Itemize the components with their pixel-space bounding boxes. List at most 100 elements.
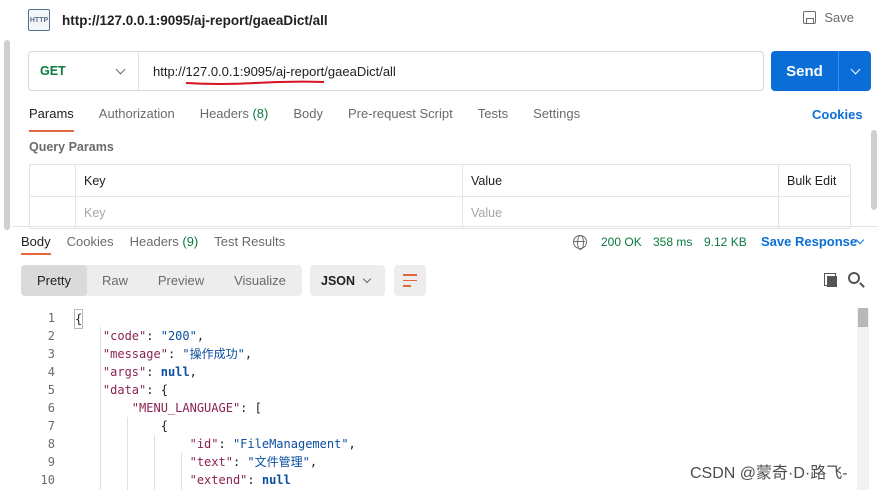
code-text: "id": "FileManagement",: [189, 437, 356, 451]
line-number: 4: [47, 365, 55, 379]
tab-label: Body: [21, 234, 51, 249]
code-text: "text": "文件管理",: [189, 455, 318, 469]
status-code[interactable]: 200 OK: [601, 235, 642, 249]
raw-button[interactable]: Raw: [87, 265, 143, 296]
line-number: 3: [47, 347, 55, 361]
code-line: 2 "code": "200",: [21, 327, 851, 345]
save-response-button[interactable]: Save Response: [761, 234, 857, 249]
tab-count: (9): [182, 234, 199, 249]
tab-response-body[interactable]: Body: [21, 234, 51, 255]
send-button[interactable]: Send: [771, 51, 871, 91]
request-scrollbar[interactable]: [871, 130, 877, 210]
line-number: 9: [47, 455, 55, 469]
preview-button[interactable]: Preview: [143, 265, 219, 296]
line-number: 8: [47, 437, 55, 451]
code-line: 4 "args": null,: [21, 363, 851, 381]
code-line: 1{: [21, 309, 851, 329]
response-size[interactable]: 9.12 KB: [704, 235, 747, 249]
response-time[interactable]: 358 ms: [653, 235, 692, 249]
code-line: 7 {: [21, 417, 851, 435]
pretty-button[interactable]: Pretty: [21, 265, 87, 296]
tab-headers[interactable]: Headers (8): [200, 106, 269, 130]
value-input[interactable]: Value: [462, 197, 778, 229]
query-params-table: Key Value Bulk Edit Key Value: [29, 164, 851, 229]
tab-label: Tests: [477, 106, 509, 121]
code-text: "MENU_LANGUAGE": [: [131, 401, 262, 415]
code-scrollbar-thumb[interactable]: [858, 308, 868, 327]
key-column-header: Key: [75, 165, 462, 197]
wrap-lines-button[interactable]: [394, 265, 426, 296]
left-scrollbar[interactable]: [4, 40, 10, 230]
wrap-icon-line: [403, 285, 411, 287]
pane-divider[interactable]: [12, 226, 878, 227]
language-select[interactable]: JSON: [310, 265, 385, 296]
tab-label: Params: [29, 106, 74, 121]
code-line: 3 "message": "操作成功",: [21, 345, 851, 363]
request-title[interactable]: http://127.0.0.1:9095/aj-report/gaeaDict…: [62, 13, 328, 28]
wrap-icon-line: [403, 274, 417, 276]
search-icon[interactable]: [848, 272, 860, 284]
watermark: CSDN @蒙奇·D·路飞-: [690, 465, 848, 482]
response-tabs: Body Cookies Headers (9) Test Results: [21, 234, 301, 255]
key-input[interactable]: Key: [75, 197, 462, 229]
bulk-edit-button[interactable]: Bulk Edit: [778, 165, 850, 197]
code-text: "code": "200",: [102, 329, 205, 343]
chevron-down-icon: [850, 64, 860, 74]
method-label: GET: [40, 64, 66, 78]
code-text: "args": null,: [102, 365, 197, 379]
code-scrollbar-track[interactable]: [857, 308, 869, 490]
code-text: "data": {: [102, 383, 168, 397]
tab-label: Settings: [533, 106, 581, 121]
tab-label: Cookies: [66, 234, 114, 249]
save-button[interactable]: Save: [803, 10, 854, 25]
globe-icon[interactable]: [573, 235, 587, 250]
url-bar: GET http://127.0.0.1:9095/aj-report/gaea…: [28, 51, 764, 91]
language-label: JSON: [321, 273, 356, 288]
line-number: 1: [47, 311, 55, 325]
http-icon-text: HTTP: [29, 16, 49, 24]
tab-pre-request-script[interactable]: Pre-request Script: [348, 106, 453, 130]
chevron-down-icon: [115, 64, 126, 75]
tab-count: (8): [252, 106, 269, 121]
request-header: HTTP http://127.0.0.1:9095/aj-report/gae…: [28, 6, 858, 34]
tab-body[interactable]: Body: [293, 106, 323, 130]
request-tabs: Params Authorization Headers (8) Body Pr…: [29, 106, 605, 132]
wrap-icon-line: [403, 279, 417, 282]
line-number: 7: [47, 419, 55, 433]
send-options-button[interactable]: [839, 64, 871, 74]
tab-tests[interactable]: Tests: [478, 106, 508, 130]
tab-response-cookies[interactable]: Cookies: [67, 234, 114, 252]
code-line: 8 "id": "FileManagement",: [21, 435, 851, 453]
line-number: 2: [47, 329, 55, 343]
tab-params[interactable]: Params: [29, 106, 74, 132]
tab-label: Headers: [199, 106, 249, 121]
body-format-tabs: Pretty Raw Preview Visualize: [21, 265, 302, 296]
line-number: 6: [47, 401, 55, 415]
tab-response-headers[interactable]: Headers (9): [130, 234, 199, 252]
line-number: 5: [47, 383, 55, 397]
table-row: Key Value: [30, 197, 850, 229]
code-text: "message": "操作成功",: [102, 347, 253, 361]
tab-authorization[interactable]: Authorization: [99, 106, 175, 130]
tab-label: Authorization: [98, 106, 175, 121]
code-line: 5 "data": {: [21, 381, 851, 399]
code-line: 6 "MENU_LANGUAGE": [: [21, 399, 851, 417]
visualize-button[interactable]: Visualize: [219, 265, 301, 296]
tab-test-results[interactable]: Test Results: [214, 234, 285, 252]
save-label: Save: [824, 10, 854, 25]
cookies-link[interactable]: Cookies: [812, 107, 863, 122]
tab-label: Headers: [129, 234, 179, 249]
tab-label: Body: [293, 106, 323, 121]
send-label: Send: [786, 62, 823, 80]
tab-label: Test Results: [214, 234, 286, 249]
tab-label: Pre-request Script: [347, 106, 453, 121]
copy-icon[interactable]: [824, 273, 837, 287]
table-header-row: Key Value Bulk Edit: [30, 165, 850, 197]
empty-cell: [778, 197, 850, 229]
tab-settings[interactable]: Settings: [533, 106, 580, 130]
red-annotation-underline: [185, 80, 325, 85]
method-select[interactable]: GET: [29, 52, 139, 90]
value-column-header: Value: [462, 165, 778, 197]
url-input[interactable]: http://127.0.0.1:9095/aj-report/gaeaDict…: [139, 64, 396, 79]
code-text: {: [74, 419, 168, 433]
